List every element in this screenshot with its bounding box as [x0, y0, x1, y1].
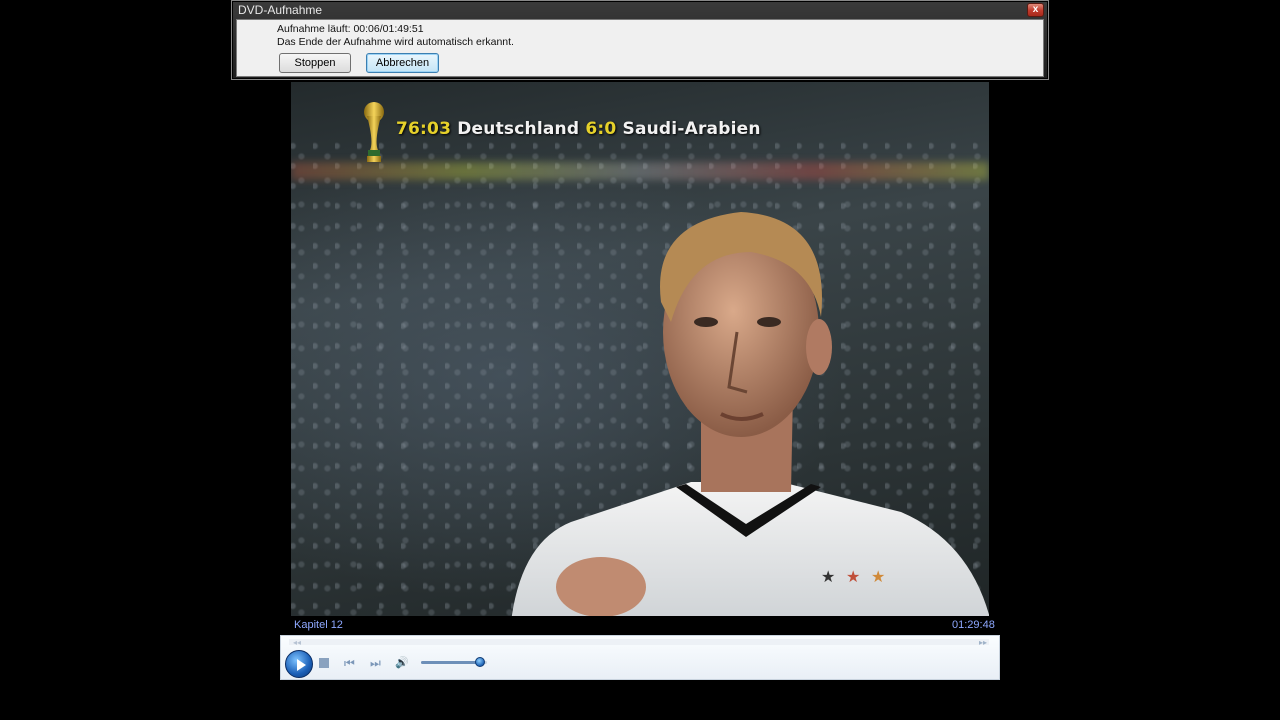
player-controls: ◂◂ ▸▸ ⏮ ⏭ 🔊 — [280, 635, 1000, 680]
seek-bar[interactable] — [289, 639, 989, 645]
match-score: 6:0 — [585, 119, 617, 139]
video-frame[interactable]: 76:03 Deutschland 6:0 Saudi-Arabien ★ ★ … — [291, 82, 989, 616]
volume-slider-knob[interactable] — [475, 657, 485, 667]
previous-icon[interactable]: ⏮ — [344, 656, 355, 670]
dialog-body: Aufnahme läuft: 00:06/01:49:51 Das Ende … — [236, 19, 1044, 77]
cancel-button[interactable]: Abbrechen — [366, 53, 439, 73]
close-button[interactable]: x — [1027, 3, 1044, 17]
dvd-recording-dialog: DVD-Aufnahme x Aufnahme läuft: 00:06/01:… — [231, 0, 1049, 80]
stop-button[interactable]: Stoppen — [279, 53, 351, 73]
recording-info-text: Das Ende der Aufnahme wird automatisch e… — [277, 36, 514, 48]
volume-icon[interactable]: 🔊 — [395, 656, 409, 670]
elapsed-time: 01:29:48 — [952, 619, 995, 631]
match-time: 76:03 — [396, 119, 452, 139]
chapter-label: Kapitel 12 — [294, 619, 343, 631]
away-team: Saudi-Arabien — [622, 119, 761, 139]
play-button[interactable] — [285, 650, 313, 678]
recording-status-text: Aufnahme läuft: 00:06/01:49:51 — [277, 23, 424, 35]
world-cup-trophy-icon — [364, 102, 384, 162]
next-icon[interactable]: ⏭ — [370, 656, 381, 670]
player-figure: ★ ★ ★ — [511, 212, 989, 616]
rewind-icon[interactable]: ◂◂ — [293, 638, 301, 647]
svg-text:★: ★ — [846, 569, 860, 586]
home-team: Deutschland — [457, 119, 580, 139]
svg-text:★: ★ — [871, 569, 885, 586]
dialog-title: DVD-Aufnahme — [238, 3, 323, 17]
fast-forward-icon[interactable]: ▸▸ — [979, 638, 987, 647]
volume-fill — [421, 661, 480, 664]
svg-text:★: ★ — [821, 569, 835, 586]
score-overlay: 76:03 Deutschland 6:0 Saudi-Arabien — [396, 119, 761, 139]
stop-icon[interactable] — [319, 658, 329, 668]
